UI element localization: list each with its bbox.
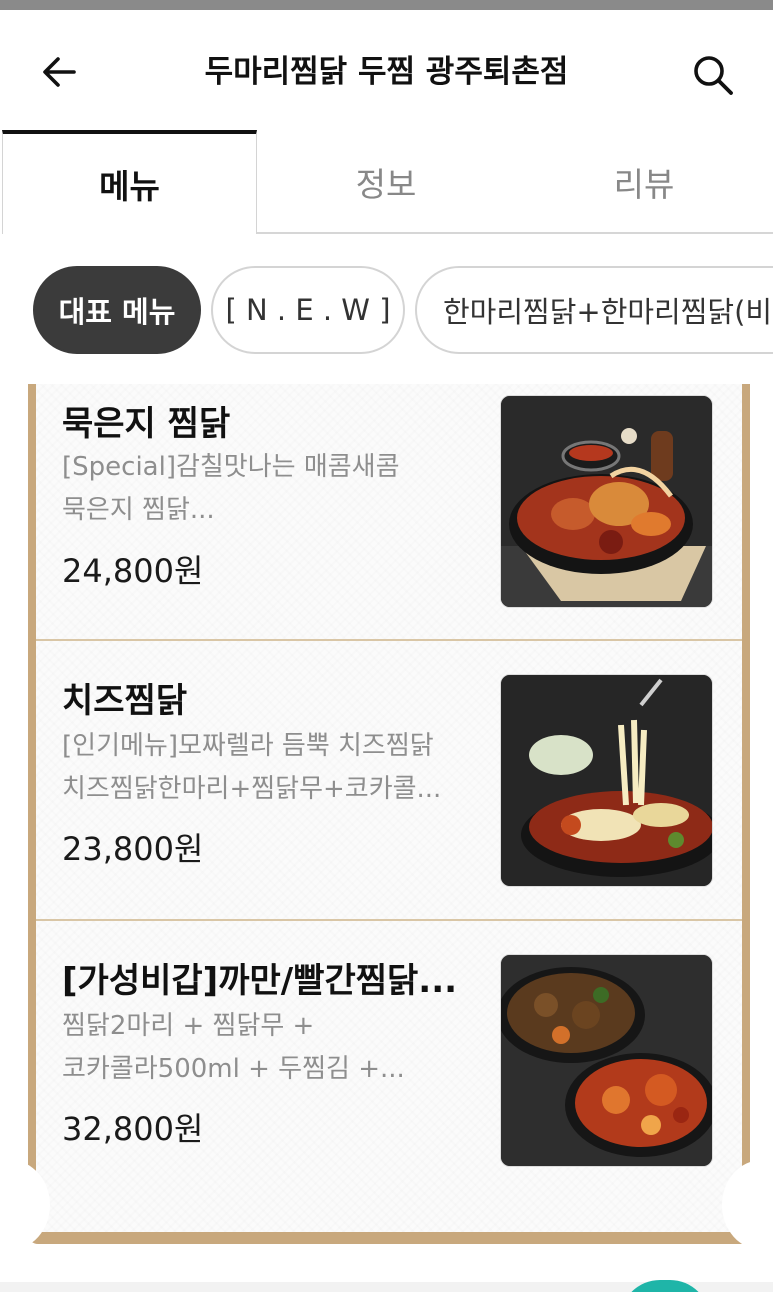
tab-info[interactable]: 정보 (257, 130, 515, 234)
menu-item-description: [인기메뉴]모짜렐라 듬뿍 치즈찜닭 치즈찜닭한마리+찜닭무+코카콜... (62, 731, 442, 804)
menu-item-photo (500, 395, 713, 608)
menu-item-price: 23,800원 (62, 830, 204, 868)
menu-item-description: [Special]감칠맛나는 매콤새콤 묵은지 찜닭... (62, 452, 400, 525)
tab-menu[interactable]: 메뉴 (2, 130, 257, 234)
menu-item-price: 32,800원 (62, 1110, 204, 1148)
menu-item-mukeunji[interactable]: 묵은지 찜닭 [Special]감칠맛나는 매콤새콤 묵은지 찜닭... 24,… (36, 384, 742, 664)
menu-item-name: 묵은지 찜닭 (62, 404, 231, 444)
chip-signature-menu[interactable]: 대표 메뉴 (33, 266, 201, 354)
tab-bar: 메뉴 정보 리뷰 (0, 130, 773, 234)
tab-reviews[interactable]: 리뷰 (515, 130, 773, 234)
arrow-left-icon (43, 57, 76, 87)
back-button[interactable] (38, 50, 82, 94)
page-title: 두마리찜닭 두찜 광주퇴촌점 (204, 54, 569, 90)
menu-item-cheese[interactable]: 치즈찜닭 [인기메뉴]모짜렐라 듬뿍 치즈찜닭 치즈찜닭한마리+찜닭무+코카콜.… (36, 641, 742, 921)
search-button[interactable] (688, 50, 738, 100)
status-bar (0, 0, 773, 10)
two-braised-chicken-image (501, 955, 712, 1166)
cheese-braised-chicken-image (501, 675, 712, 886)
menu-item-photo (500, 674, 713, 887)
menu-list: 묵은지 찜닭 [Special]감칠맛나는 매콤새콤 묵은지 찜닭... 24,… (36, 384, 742, 1232)
chip-new[interactable]: [ N . E . W ] (211, 266, 405, 354)
search-icon (694, 56, 733, 95)
menu-item-price: 24,800원 (62, 552, 204, 590)
category-chips: 대표 메뉴 [ N . E . W ] 한마리찜닭+한마리찜닭(비조 (0, 234, 773, 384)
braised-chicken-kimchi-image (501, 396, 712, 607)
menu-item-description: 찜닭2마리 + 찜닭무 + 코카콜라500ml + 두찜김 +... (62, 1011, 405, 1084)
menu-item-name: [가성비갑]까만/빨간찜닭... (62, 961, 458, 1001)
menu-item-value-set[interactable]: [가성비갑]까만/빨간찜닭... 찜닭2마리 + 찜닭무 + 코카콜라500ml… (36, 921, 742, 1201)
menu-item-name: 치즈찜닭 (62, 681, 188, 721)
app-header: 두마리찜닭 두찜 광주퇴촌점 (0, 10, 773, 130)
chip-set-menu[interactable]: 한마리찜닭+한마리찜닭(비조 (415, 266, 773, 354)
menu-item-photo (500, 954, 713, 1167)
